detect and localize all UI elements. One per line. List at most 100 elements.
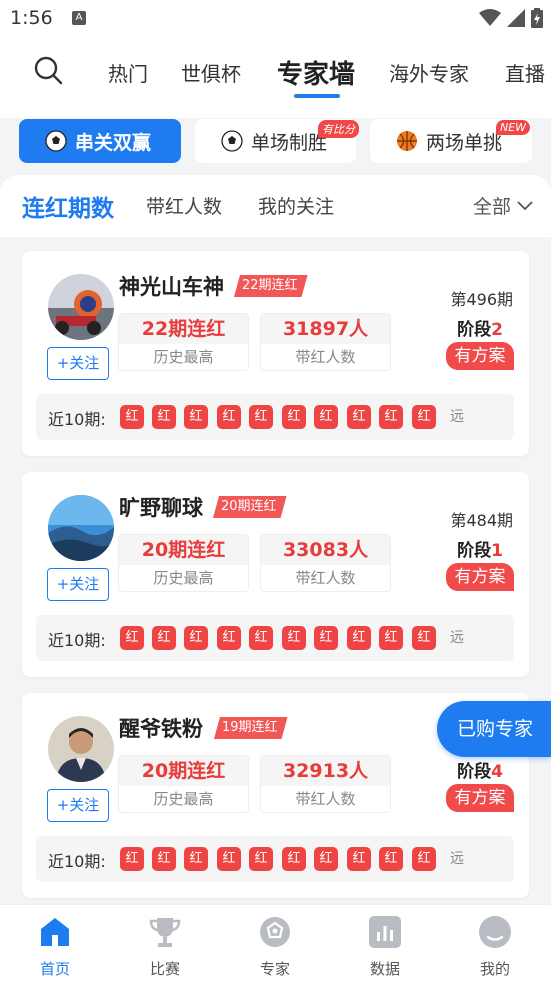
period: 第484期 <box>450 511 513 530</box>
nav-home[interactable]: 首页 <box>15 915 95 979</box>
subtab-my-follows[interactable]: 我的关注 <box>258 192 334 219</box>
expert-list: +关注 神光山车神 22期连红 22期连红 历史最高 31897人 带红人数 第… <box>0 237 551 904</box>
filter-panel: 连红期数 带红人数 我的关注 全部 <box>0 175 551 237</box>
nav-data[interactable]: 数据 <box>345 915 425 979</box>
result-box: 红 <box>152 847 176 871</box>
purchased-experts-button[interactable]: 已购专家 <box>437 701 551 757</box>
recent-results: 近10期: 红 红 红 红 红 红 红 红 红 红 远 <box>36 615 514 661</box>
followers-label: 带红人数 <box>295 569 356 587</box>
recent-more: 远 <box>450 851 464 867</box>
max-streak-label: 历史最高 <box>153 569 214 587</box>
stage: 阶段4 <box>457 757 503 782</box>
signal-icon <box>507 9 525 27</box>
stage-number: 1 <box>491 541 503 561</box>
period: 第496期 <box>450 290 513 309</box>
tab-expert-wall[interactable]: 专家墙 <box>277 54 355 91</box>
plan-badge[interactable]: 有方案 <box>446 563 514 591</box>
stage: 阶段1 <box>457 536 503 561</box>
nav-experts[interactable]: 专家 <box>235 915 315 979</box>
result-box: 红 <box>249 847 273 871</box>
tab-hot[interactable]: 热门 <box>108 58 148 87</box>
max-streak-label: 历史最高 <box>153 348 214 366</box>
chip-label: 串关双赢 <box>75 131 152 154</box>
stage-label: 阶段 <box>457 320 492 340</box>
follow-button[interactable]: +关注 <box>47 789 109 822</box>
plan-badge[interactable]: 有方案 <box>446 784 514 812</box>
recent-label: 近10期: <box>48 852 106 871</box>
followers-stat: 32913人 带红人数 <box>260 755 391 813</box>
result-box: 红 <box>347 405 371 429</box>
result-box: 红 <box>120 847 144 871</box>
basketball-icon <box>397 131 417 151</box>
result-box: 红 <box>347 626 371 650</box>
result-box: 红 <box>314 847 338 871</box>
nav-label: 我的 <box>479 960 510 978</box>
result-box: 红 <box>184 626 208 650</box>
avatar[interactable] <box>48 495 114 561</box>
chevron-down-icon <box>517 200 533 210</box>
result-box: 红 <box>217 626 241 650</box>
result-box: 红 <box>347 847 371 871</box>
mode-chips: 串关双赢 单场制胜 有比分 两场单挑 NEW <box>0 118 551 178</box>
nav-label: 首页 <box>39 960 70 978</box>
result-box: 红 <box>314 626 338 650</box>
stage-label: 阶段 <box>457 762 492 782</box>
result-box: 红 <box>217 405 241 429</box>
trophy-icon <box>149 918 181 947</box>
result-box: 红 <box>412 405 436 429</box>
expert-card[interactable]: +关注 旷野聊球 20期连红 20期连红 历史最高 33083人 带红人数 第4… <box>22 472 529 677</box>
result-box: 红 <box>120 405 144 429</box>
result-box: 红 <box>282 847 306 871</box>
max-streak-stat: 22期连红 历史最高 <box>118 313 249 371</box>
search-icon[interactable] <box>32 54 64 86</box>
nav-label: 数据 <box>369 960 400 978</box>
followers-stat: 31897人 带红人数 <box>260 313 391 371</box>
expert-name: 神光山车神 <box>119 275 224 299</box>
soccer-ball-icon <box>221 130 243 152</box>
active-tab-indicator <box>294 94 340 98</box>
nav-matches[interactable]: 比赛 <box>125 915 205 979</box>
nav-label: 比赛 <box>149 960 180 978</box>
recent-more: 远 <box>450 630 464 646</box>
chip-label: 两场单挑 <box>426 131 503 154</box>
recent-more: 远 <box>450 409 464 425</box>
avatar[interactable] <box>48 274 114 340</box>
result-box: 红 <box>249 626 273 650</box>
max-streak-value: 20期连红 <box>119 535 248 565</box>
status-icons <box>479 8 543 28</box>
score-badge: 有比分 <box>318 120 359 138</box>
filter-dropdown[interactable]: 全部 <box>473 192 533 219</box>
followers-value: 31897人 <box>261 314 390 344</box>
result-box: 红 <box>379 847 403 871</box>
result-box: 红 <box>184 405 208 429</box>
filter-label: 全部 <box>472 196 511 218</box>
plan-badge[interactable]: 有方案 <box>446 342 514 370</box>
nav-profile[interactable]: 我的 <box>455 915 535 979</box>
stage-number: 4 <box>491 762 503 782</box>
tab-live[interactable]: 直播 <box>505 58 545 87</box>
subtab-streak[interactable]: 连红期数 <box>22 189 114 223</box>
avatar[interactable] <box>48 716 114 782</box>
expert-card[interactable]: +关注 神光山车神 22期连红 22期连红 历史最高 31897人 带红人数 第… <box>22 251 529 456</box>
nav-label: 专家 <box>259 960 290 978</box>
streak-tag: 20期连红 <box>213 496 287 518</box>
battery-icon <box>531 8 543 28</box>
notification-icon: A <box>72 11 86 25</box>
tab-club-world-cup[interactable]: 世俱杯 <box>181 58 241 87</box>
profile-icon <box>479 916 511 948</box>
follow-button[interactable]: +关注 <box>47 347 109 380</box>
followers-label: 带红人数 <box>295 348 356 366</box>
chip-parlay[interactable]: 串关双赢 <box>19 119 181 163</box>
streak-tag: 22期连红 <box>234 275 308 297</box>
max-streak-value: 20期连红 <box>119 756 248 786</box>
tab-overseas-experts[interactable]: 海外专家 <box>389 58 469 87</box>
recent-label: 近10期: <box>48 410 106 429</box>
result-box: 红 <box>152 405 176 429</box>
subtab-followers[interactable]: 带红人数 <box>146 192 222 219</box>
max-streak-value: 22期连红 <box>119 314 248 344</box>
soccer-ball-icon <box>45 130 67 152</box>
stage: 阶段2 <box>457 315 503 340</box>
top-nav: 热门 世俱杯 专家墙 海外专家 直播 <box>0 36 551 118</box>
follow-button[interactable]: +关注 <box>47 568 109 601</box>
home-icon <box>41 918 69 946</box>
